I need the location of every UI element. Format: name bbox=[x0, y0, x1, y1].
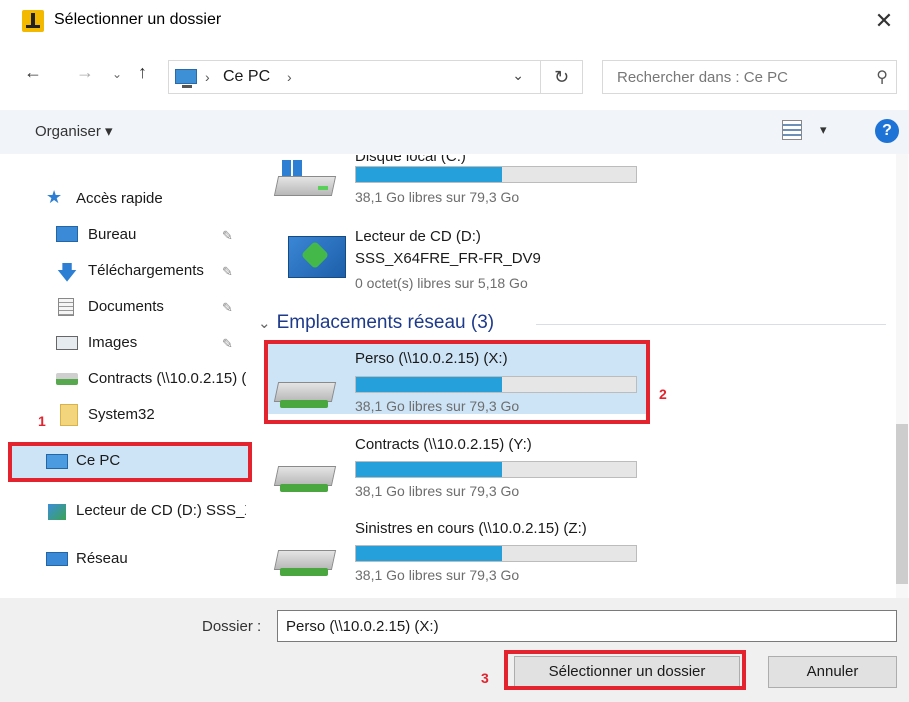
pin-icon[interactable]: ✎ bbox=[222, 264, 233, 280]
help-icon[interactable]: ? bbox=[875, 119, 899, 143]
pin-icon[interactable]: ✎ bbox=[222, 300, 233, 316]
file-list: Disque local (C:) 38,1 Go libres sur 79,… bbox=[248, 154, 908, 598]
drive-space: 0 octet(s) libres sur 5,18 Go bbox=[355, 275, 528, 291]
breadcrumb[interactable]: Ce PC bbox=[223, 68, 270, 86]
drive-usage-bar bbox=[355, 545, 637, 562]
navigation-bar: ← → ⌄ ↑ › Ce PC › ⌄ ↻ Rechercher dans : … bbox=[0, 44, 909, 106]
sidebar-item-ce-pc[interactable]: Ce PC bbox=[12, 446, 248, 478]
select-folder-button[interactable]: Sélectionner un dossier bbox=[514, 656, 740, 688]
computer-icon bbox=[46, 454, 68, 469]
sidebar-item-documents[interactable]: Documents ✎ bbox=[0, 292, 248, 324]
recent-locations-icon[interactable]: ⌄ bbox=[112, 67, 122, 81]
scrollbar-thumb[interactable] bbox=[896, 424, 908, 584]
network-drive-icon bbox=[56, 373, 78, 385]
dialog-footer: Dossier : Sélectionner un dossier Annule… bbox=[0, 598, 909, 702]
dossier-label: Dossier : bbox=[202, 618, 262, 635]
folder-icon bbox=[60, 404, 78, 426]
drive-space: 38,1 Go libres sur 79,3 Go bbox=[355, 189, 520, 205]
star-icon: ★ bbox=[46, 187, 63, 207]
organiser-menu-button[interactable]: Organiser ▾ bbox=[35, 122, 113, 140]
sidebar-item-reseau[interactable]: Réseau bbox=[0, 544, 248, 576]
breadcrumb-separator-icon[interactable]: › bbox=[287, 69, 292, 85]
scrollbar[interactable] bbox=[896, 154, 908, 598]
drive-volume-label: SSS_X64FRE_FR-FR_DV9 bbox=[355, 250, 541, 267]
drive-space: 38,1 Go libres sur 79,3 Go bbox=[355, 567, 520, 583]
group-divider bbox=[536, 324, 886, 325]
sidebar-item-images[interactable]: Images ✎ bbox=[0, 328, 248, 360]
drive-usage-bar bbox=[355, 166, 637, 183]
up-arrow-icon[interactable]: ↑ bbox=[138, 62, 147, 83]
search-icon: ⚲ bbox=[876, 69, 888, 86]
refresh-icon[interactable]: ↻ bbox=[541, 60, 583, 94]
sidebar-item-label: Documents bbox=[88, 298, 164, 315]
drive-usage-fill bbox=[356, 462, 502, 477]
network-drive-icon bbox=[273, 366, 338, 408]
sidebar-item-label: System32 bbox=[88, 406, 155, 423]
hard-drive-icon bbox=[273, 160, 338, 202]
drive-usage-fill bbox=[356, 546, 502, 561]
chevron-down-icon[interactable]: ▾ bbox=[820, 122, 827, 138]
sidebar-item-label: Ce PC bbox=[76, 452, 121, 469]
image-icon bbox=[56, 336, 78, 350]
back-arrow-icon[interactable]: ← bbox=[24, 62, 42, 83]
network-drive-icon bbox=[273, 534, 338, 576]
download-icon: 🡇 bbox=[56, 262, 78, 284]
drive-usage-bar bbox=[355, 376, 637, 393]
annotation-number-1: 1 bbox=[38, 413, 46, 429]
chevron-down-icon[interactable]: ⌄ bbox=[512, 67, 524, 84]
drive-space: 38,1 Go libres sur 79,3 Go bbox=[355, 483, 520, 499]
drive-name: Sinistres en cours (\\10.0.2.15) (Z:) bbox=[355, 520, 587, 537]
view-options-icon[interactable] bbox=[782, 120, 802, 140]
drive-usage-fill bbox=[356, 377, 502, 392]
drive-name: Lecteur de CD (D:) bbox=[355, 228, 481, 245]
computer-icon bbox=[175, 69, 197, 88]
group-header-network[interactable]: ⌄ Emplacements réseau (3) bbox=[258, 312, 494, 334]
breadcrumb-separator-icon[interactable]: › bbox=[205, 69, 210, 85]
annotation-number-2: 2 bbox=[659, 386, 667, 402]
search-input[interactable]: Rechercher dans : Ce PC ⚲ bbox=[602, 60, 897, 94]
sidebar-item-acces-rapide[interactable]: ★ Accès rapide bbox=[0, 184, 248, 216]
app-icon bbox=[22, 10, 44, 32]
forward-arrow-icon[interactable]: → bbox=[76, 62, 94, 83]
cd-drive-icon bbox=[48, 504, 66, 520]
network-icon bbox=[46, 552, 68, 566]
pin-icon[interactable]: ✎ bbox=[222, 336, 233, 352]
navigation-pane: ★ Accès rapide Bureau ✎ 🡇 Téléchargement… bbox=[0, 154, 248, 598]
desktop-icon bbox=[56, 226, 78, 242]
group-header-label: Emplacements réseau (3) bbox=[276, 312, 495, 333]
chevron-down-icon[interactable]: ⌄ bbox=[258, 315, 271, 332]
sidebar-item-label: Images bbox=[88, 334, 138, 351]
sidebar-item-contracts[interactable]: Contracts (\\10.0.2.15) (Y:) bbox=[0, 364, 248, 396]
sidebar-item-label: Téléchargements bbox=[88, 262, 204, 279]
window-title: Sélectionner un dossier bbox=[54, 11, 222, 28]
sidebar-item-label: Contracts (\\10.0.2.15) (Y:) bbox=[88, 370, 246, 387]
dossier-field[interactable] bbox=[277, 610, 897, 642]
cd-drive-icon bbox=[288, 236, 346, 278]
sidebar-item-label: Accès rapide bbox=[76, 190, 163, 207]
network-drive-icon bbox=[273, 450, 338, 492]
drive-usage-fill bbox=[356, 167, 502, 182]
drive-name: Contracts (\\10.0.2.15) (Y:) bbox=[355, 436, 532, 453]
address-bar[interactable]: › Ce PC › ⌄ bbox=[168, 60, 541, 94]
sidebar-item-label: Réseau bbox=[76, 550, 128, 567]
sidebar-item-bureau[interactable]: Bureau ✎ bbox=[0, 220, 248, 252]
search-placeholder: Rechercher dans : Ce PC bbox=[617, 69, 788, 86]
document-icon bbox=[58, 298, 74, 316]
drive-name: Perso (\\10.0.2.15) (X:) bbox=[355, 350, 508, 367]
title-bar: Sélectionner un dossier ✕ bbox=[0, 0, 909, 44]
drive-usage-bar bbox=[355, 461, 637, 478]
sidebar-item-lecteur-cd[interactable]: Lecteur de CD (D:) SSS_X64FRE_FR-FR_DV9 bbox=[0, 496, 248, 528]
cancel-button[interactable]: Annuler bbox=[768, 656, 897, 688]
sidebar-item-label: Lecteur de CD (D:) SSS_X64FRE_FR-FR_DV9 bbox=[76, 502, 246, 519]
drive-space: 38,1 Go libres sur 79,3 Go bbox=[355, 398, 520, 414]
sidebar-item-label: Bureau bbox=[88, 226, 137, 243]
toolbar: Organiser ▾ ▾ ? bbox=[0, 110, 909, 154]
close-icon[interactable]: ✕ bbox=[869, 6, 899, 36]
annotation-number-3: 3 bbox=[481, 670, 489, 686]
pin-icon[interactable]: ✎ bbox=[222, 228, 233, 244]
sidebar-item-telechargements[interactable]: 🡇 Téléchargements ✎ bbox=[0, 256, 248, 288]
